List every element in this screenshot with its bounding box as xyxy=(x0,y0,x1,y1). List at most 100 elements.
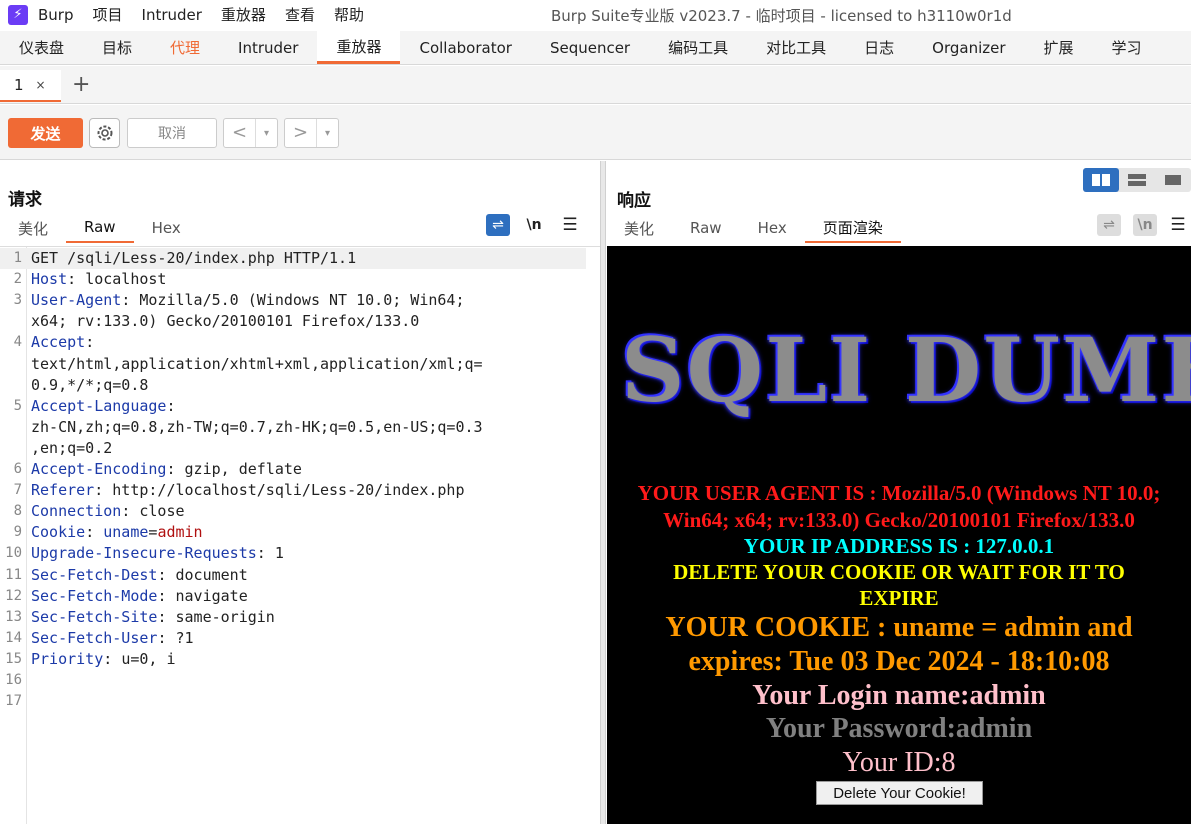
menu-help[interactable]: 帮助 xyxy=(334,4,364,25)
request-line[interactable]: 15 Priority: u=0, i xyxy=(0,649,600,670)
response-tab-pretty[interactable]: 美化 xyxy=(606,213,672,243)
request-line[interactable]: ,en;q=0.2 xyxy=(0,438,600,459)
request-line[interactable]: 17 xyxy=(0,691,600,712)
chevron-down-icon[interactable]: ▾ xyxy=(317,128,338,139)
newline-icon[interactable]: \n xyxy=(522,214,546,236)
request-line[interactable]: 1 GET /sqli/Less-20/index.php HTTP/1.1 xyxy=(0,248,586,269)
pane-splitter[interactable] xyxy=(600,161,606,824)
tab-extensions[interactable]: 扩展 xyxy=(1025,31,1093,64)
send-button[interactable]: 发送 xyxy=(8,118,83,148)
line-number: 12 xyxy=(5,587,22,604)
newline-icon[interactable]: \n xyxy=(1133,214,1157,236)
tab-organizer[interactable]: Organizer xyxy=(913,31,1024,64)
line-number: 4 xyxy=(13,334,22,351)
request-tab-raw[interactable]: Raw xyxy=(66,213,134,243)
layout-side-by-side-icon[interactable] xyxy=(1083,168,1119,192)
tab-learn[interactable]: 学习 xyxy=(1093,31,1161,64)
tab-intruder[interactable]: Intruder xyxy=(219,31,317,64)
line-content: Referer: http://localhost/sqli/Less-20/i… xyxy=(31,481,465,500)
burp-logo-icon: ⚡ xyxy=(8,4,28,25)
response-tab-raw[interactable]: Raw xyxy=(672,213,740,243)
request-line[interactable]: text/html,application/xhtml+xml,applicat… xyxy=(0,354,600,375)
request-editor[interactable]: 1 GET /sqli/Less-20/index.php HTTP/1.1 2 Ho… xyxy=(0,246,600,824)
request-line[interactable]: 6 Accept-Encoding: gzip, deflate xyxy=(0,459,600,480)
back-arrow-icon[interactable]: < xyxy=(224,119,256,147)
line-content: x64; rv:133.0) Gecko/20100101 Firefox/13… xyxy=(31,311,419,332)
layout-tabs-icon[interactable] xyxy=(1155,168,1191,192)
tab-logger[interactable]: 日志 xyxy=(845,31,913,64)
request-line[interactable]: 16 xyxy=(0,670,600,691)
line-content: Accept: xyxy=(31,333,104,352)
menu-project[interactable]: 项目 xyxy=(93,4,123,25)
request-line[interactable]: 3 User-Agent: Mozilla/5.0 (Windows NT 10.… xyxy=(0,290,600,311)
chevron-down-icon[interactable]: ▾ xyxy=(256,128,277,139)
close-icon[interactable]: × xyxy=(36,78,46,92)
menu-view[interactable]: 查看 xyxy=(285,4,315,25)
response-title: 响应 xyxy=(617,191,651,211)
line-content: ,en;q=0.2 xyxy=(31,438,112,459)
header-value: zh-CN,zh;q=0.8,zh-TW;q=0.7,zh-HK;q=0.5,e… xyxy=(31,417,483,436)
header-name: Connection xyxy=(31,502,122,521)
header-name: Host xyxy=(31,270,68,289)
line-number: 3 xyxy=(13,292,22,309)
request-line[interactable]: 12 Sec-Fetch-Mode: navigate xyxy=(0,586,600,607)
header-value: ?1 xyxy=(175,628,194,647)
request-line[interactable]: zh-CN,zh;q=0.8,zh-TW;q=0.7,zh-HK;q=0.5,e… xyxy=(0,417,600,438)
tab-target[interactable]: 目标 xyxy=(83,31,151,64)
request-line[interactable]: 9 Cookie: uname=admin xyxy=(0,522,600,543)
menu-repeater[interactable]: 重放器 xyxy=(221,4,266,25)
tab-comparer[interactable]: 对比工具 xyxy=(747,31,845,64)
back-button-group[interactable]: < ▾ xyxy=(223,118,278,148)
wrap-lines-icon[interactable]: ⇌ xyxy=(1097,214,1121,236)
request-line[interactable]: 0.9,*/*;q=0.8 xyxy=(0,375,600,396)
wrap-lines-icon[interactable]: ⇌ xyxy=(486,214,510,236)
forward-button-group[interactable]: > ▾ xyxy=(284,118,339,148)
add-tab-icon[interactable]: + xyxy=(72,72,90,98)
settings-gear-button[interactable] xyxy=(89,118,120,148)
line-content: Host: localhost xyxy=(31,270,167,289)
menu-intruder[interactable]: Intruder xyxy=(142,6,202,24)
header-value: text/html,application/xhtml+xml,applicat… xyxy=(31,354,483,373)
request-tab-hex[interactable]: Hex xyxy=(134,213,199,243)
line-content: text/html,application/xhtml+xml,applicat… xyxy=(31,354,483,375)
header-value: localhost xyxy=(85,270,167,289)
header-value: ,en;q=0.2 xyxy=(31,438,113,457)
request-line[interactable]: 10 Upgrade-Insecure-Requests: 1 xyxy=(0,543,600,564)
delete-cookie-line-2: EXPIRE xyxy=(859,586,939,610)
tab-proxy[interactable]: 代理 xyxy=(151,31,219,64)
request-line[interactable]: 2 Host: localhost xyxy=(0,269,600,290)
tab-repeater[interactable]: 重放器 xyxy=(317,31,401,64)
header-name: Sec-Fetch-Mode xyxy=(31,586,158,605)
menu-icon[interactable]: ☰ xyxy=(558,214,582,236)
layout-stacked-icon[interactable] xyxy=(1119,168,1155,192)
menu-icon[interactable]: ☰ xyxy=(1169,214,1187,236)
header-value: u=0, i xyxy=(121,649,176,668)
request-line[interactable]: x64; rv:133.0) Gecko/20100101 Firefox/13… xyxy=(0,311,600,332)
forward-arrow-icon[interactable]: > xyxy=(285,119,317,147)
header-name: Cookie xyxy=(31,523,86,542)
response-tab-render[interactable]: 页面渲染 xyxy=(804,213,901,243)
tab-sequencer[interactable]: Sequencer xyxy=(531,31,649,64)
tab-collaborator[interactable]: Collaborator xyxy=(400,31,530,64)
repeater-tabs: 1 × + xyxy=(0,66,1191,104)
header-value: navigate xyxy=(175,586,248,605)
request-editor-icons: ⇌ \n ☰ xyxy=(474,214,582,236)
menu-burp[interactable]: Burp xyxy=(38,6,74,24)
request-line[interactable]: 14 Sec-Fetch-User: ?1 xyxy=(0,628,600,649)
ip-address-line: YOUR IP ADDRESS IS : 127.0.0.1 xyxy=(743,534,1055,558)
request-line[interactable]: 7 Referer: http://localhost/sqli/Less-20/… xyxy=(0,480,600,501)
response-tab-hex[interactable]: Hex xyxy=(740,213,805,243)
request-line[interactable]: 13 Sec-Fetch-Site: same-origin xyxy=(0,607,600,628)
cancel-button[interactable]: 取消 xyxy=(127,118,217,148)
delete-cookie-button[interactable]: Delete Your Cookie! xyxy=(816,781,983,805)
repeater-tab-1[interactable]: 1 × xyxy=(0,70,61,102)
request-line[interactable]: 8 Connection: close xyxy=(0,501,600,522)
tab-dashboard[interactable]: 仪表盘 xyxy=(0,31,83,64)
tab-decoder[interactable]: 编码工具 xyxy=(649,31,747,64)
request-line[interactable]: 4 Accept: xyxy=(0,332,600,353)
line-content: GET /sqli/Less-20/index.php HTTP/1.1 xyxy=(31,248,356,269)
request-line[interactable]: 5 Accept-Language: xyxy=(0,396,600,417)
request-line[interactable]: 11 Sec-Fetch-Dest: document xyxy=(0,565,600,586)
delete-cookie-line-1: DELETE YOUR COOKIE OR WAIT FOR IT TO xyxy=(673,560,1125,584)
request-tab-pretty[interactable]: 美化 xyxy=(0,213,66,243)
